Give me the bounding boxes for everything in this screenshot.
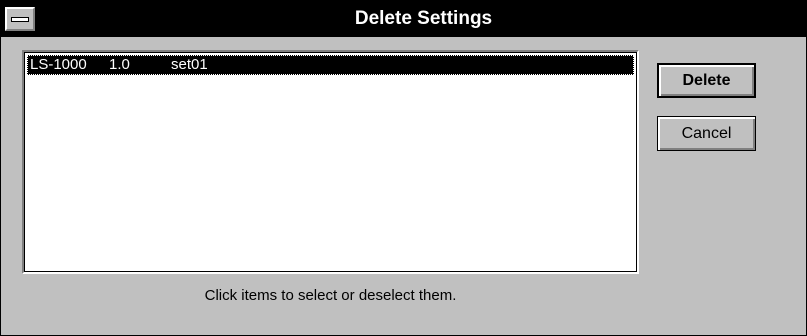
selection-hint: Click items to select or deselect them.	[204, 287, 457, 304]
item-name: set01	[171, 56, 208, 73]
system-menu-icon	[11, 17, 29, 22]
window-title: Delete Settings	[354, 8, 493, 29]
delete-settings-dialog: Delete Settings LS-1000 1.0 set01 Click …	[0, 0, 807, 336]
list-item[interactable]: LS-1000 1.0 set01	[27, 55, 634, 75]
settings-listbox[interactable]: LS-1000 1.0 set01	[22, 50, 639, 274]
item-model: LS-1000	[30, 56, 87, 73]
title-bar: Delete Settings	[1, 1, 806, 37]
cancel-button[interactable]: Cancel	[657, 116, 756, 151]
delete-button[interactable]: Delete	[657, 63, 756, 98]
system-menu-button[interactable]	[5, 7, 35, 31]
item-version: 1.0	[109, 56, 130, 73]
